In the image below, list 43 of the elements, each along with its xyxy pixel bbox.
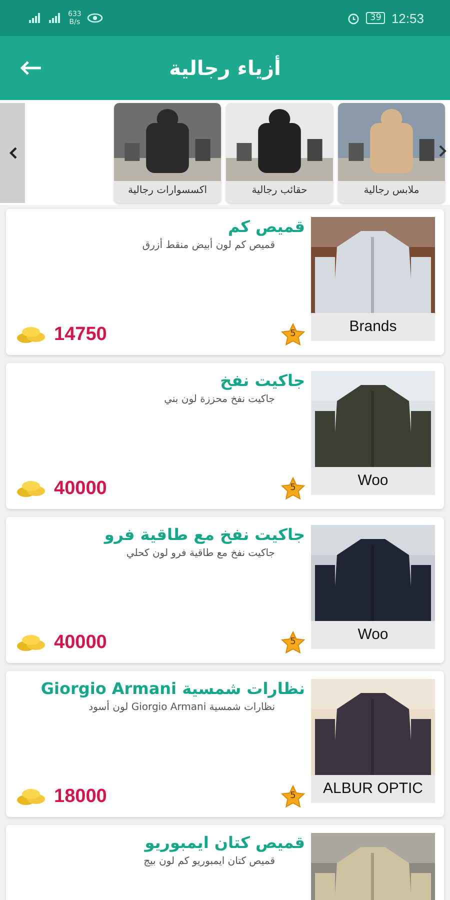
signal-icon bbox=[48, 13, 62, 23]
chevron-left-icon bbox=[8, 146, 18, 160]
eye-icon bbox=[87, 12, 104, 24]
rating-badge: 5 bbox=[281, 785, 305, 809]
category-card[interactable]: حقائب رجالية bbox=[226, 102, 333, 202]
category-label: ملابس رجالية bbox=[362, 184, 420, 196]
product-card[interactable]: قميص كتان ايمبوريو قميص كتان ايمبوريو كم لون بيج bbox=[6, 825, 444, 900]
product-title: نظارات شمسية Giorgio Armani bbox=[40, 679, 305, 698]
rating-badge: 5 bbox=[281, 323, 305, 347]
battery-level: 39 bbox=[366, 12, 386, 24]
category-label: حقائب رجالية bbox=[250, 184, 308, 196]
brand-label: Woo bbox=[311, 621, 435, 649]
product-price: 14750 bbox=[54, 324, 107, 346]
product-description: قميص كم لون أبيض منقط أزرق bbox=[142, 240, 275, 251]
product-title: قميص كتان ايمبوريو bbox=[144, 833, 305, 852]
product-description: جاكيت نفخ مع طاقية فرو لون كحلي bbox=[126, 548, 275, 559]
product-description: جاكيت نفخ محززة لون بني bbox=[164, 394, 275, 405]
alarm-icon bbox=[347, 12, 360, 24]
product-price: 40000 bbox=[54, 632, 107, 654]
brand-label: ALBUR OPTIC bbox=[311, 775, 435, 803]
rating-badge: 5 bbox=[281, 631, 305, 655]
clock: 12:53 bbox=[391, 10, 424, 26]
back-arrow-icon[interactable] bbox=[19, 60, 43, 76]
category-card[interactable]: اكسسوارات رجالية bbox=[114, 102, 221, 202]
product-description: نظارات شمسية Giorgio Armani لون أسود bbox=[88, 702, 275, 713]
product-title: جاكيت نفخ bbox=[220, 371, 305, 390]
product-description: قميص كتان ايمبوريو كم لون بيج bbox=[144, 856, 275, 867]
product-title: قميص كم bbox=[228, 217, 305, 236]
product-title: جاكيت نفخ مع طاقية فرو bbox=[104, 525, 305, 544]
product-price: 40000 bbox=[54, 478, 107, 500]
signal-icon bbox=[28, 13, 42, 23]
coins-icon bbox=[16, 480, 46, 498]
coins-icon bbox=[16, 326, 46, 344]
page-title: أزياء رجالية bbox=[169, 56, 281, 80]
product-price: 18000 bbox=[54, 786, 107, 808]
category-label: اكسسوارات رجالية bbox=[126, 184, 208, 196]
rating-badge: 5 bbox=[281, 477, 305, 501]
coins-icon bbox=[16, 788, 46, 806]
scroll-right-icon[interactable] bbox=[438, 144, 448, 158]
category-card[interactable]: ملابس رجالية bbox=[338, 102, 445, 202]
brand-label: Brands bbox=[311, 313, 435, 341]
brand-label: Woo bbox=[311, 467, 435, 495]
coins-icon bbox=[16, 634, 46, 652]
